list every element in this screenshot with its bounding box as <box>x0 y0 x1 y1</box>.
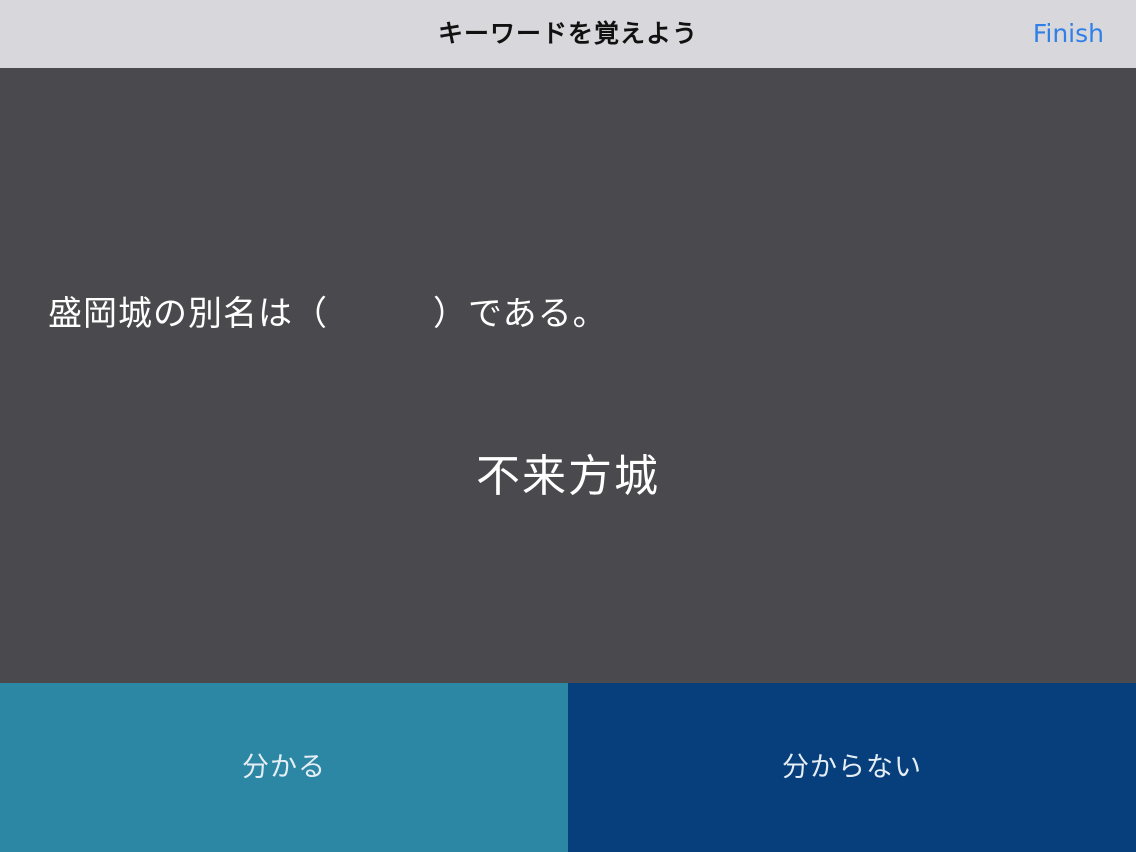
page-title: キーワードを覚えよう <box>437 19 698 48</box>
answer-text: 不来方城 <box>476 451 660 502</box>
know-button[interactable]: 分かる <box>0 683 568 852</box>
finish-button[interactable]: Finish <box>1033 0 1104 68</box>
dont-know-button[interactable]: 分からない <box>568 683 1136 852</box>
answer-buttons: 分かる 分からない <box>0 683 1136 852</box>
flashcard[interactable]: 盛岡城の別名は（ ）である。 不来方城 <box>0 68 1136 683</box>
navigation-bar: キーワードを覚えよう Finish <box>0 0 1136 68</box>
question-text: 盛岡城の別名は（ ）である。 <box>48 294 608 334</box>
flashcard-screen: キーワードを覚えよう Finish 盛岡城の別名は（ ）である。 不来方城 分か… <box>0 0 1136 852</box>
